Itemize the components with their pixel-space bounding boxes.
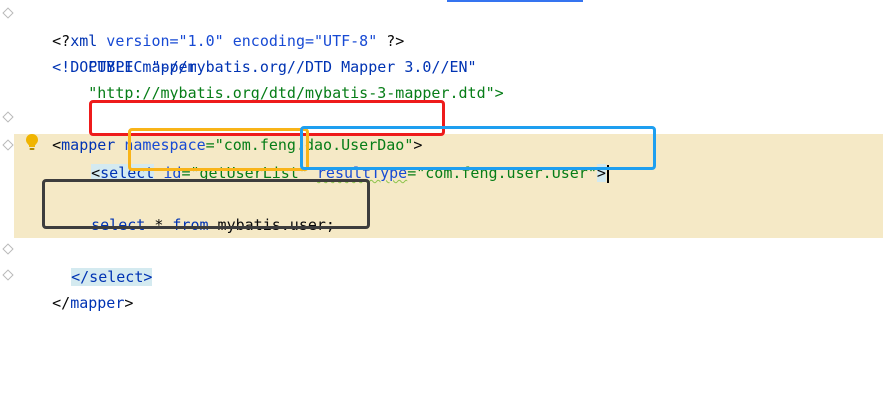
code-editor[interactable]: <?xml version="1.0" encoding="UTF-8" ?> …: [0, 0, 883, 402]
tag-bracket: >: [124, 294, 134, 312]
id-highlight-box: [128, 128, 309, 171]
mapper-close-tag-name: mapper: [70, 294, 125, 312]
code-line-doctype[interactable]: <!DOCTYPE mapper: [16, 28, 197, 76]
editor-gutter: [0, 0, 14, 402]
code-line-mapper-close[interactable]: </mapper>: [16, 264, 133, 312]
lightbulb-icon[interactable]: [25, 133, 39, 151]
tag-bracket: </: [52, 294, 71, 312]
xml-decl-close: ?>: [386, 32, 405, 50]
code-line-select-close[interactable]: </select>: [35, 238, 153, 286]
code-line-public-id[interactable]: PUBLIC "-//mybatis.org//DTD Mapper 3.0//…: [16, 54, 476, 80]
resulttype-highlight-box: [300, 126, 656, 170]
tab-indicator: [447, 0, 583, 2]
sql-highlight-box: [42, 179, 370, 229]
code-line-xml-decl[interactable]: <?xml version="1.0" encoding="UTF-8" ?>: [16, 2, 404, 50]
